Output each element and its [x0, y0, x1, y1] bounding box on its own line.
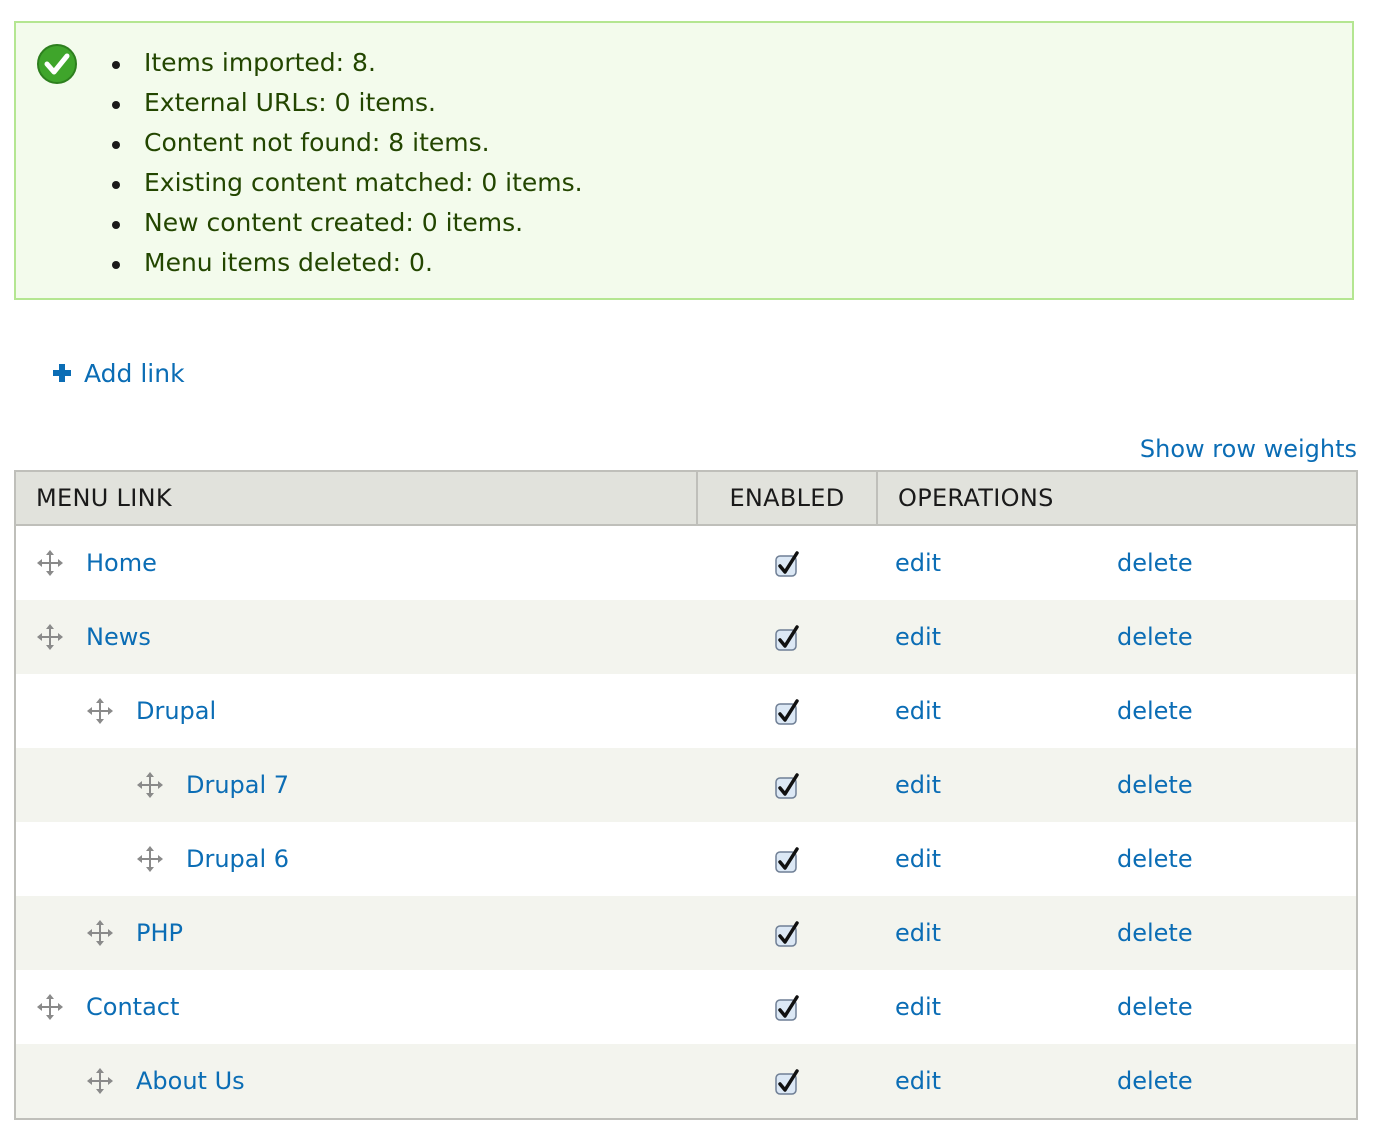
menu-link-cell: PHP [15, 896, 697, 970]
table-row: Drupal edit delete [15, 674, 1357, 748]
menu-link-title[interactable]: About Us [136, 1067, 245, 1095]
delete-link[interactable]: delete [1117, 697, 1193, 725]
status-message-list: Items imported: 8. External URLs: 0 item… [110, 43, 583, 283]
status-message-item: New content created: 0 items. [110, 203, 583, 243]
status-message-item: Content not found: 8 items. [110, 123, 583, 163]
header-operations: OPERATIONS [877, 471, 1357, 526]
drag-handle-icon[interactable] [86, 919, 114, 947]
status-message-item: Items imported: 8. [110, 43, 583, 83]
edit-link[interactable]: edit [895, 919, 941, 947]
enabled-cell [697, 674, 877, 748]
enabled-checkbox[interactable] [774, 994, 800, 1022]
enabled-checkbox[interactable] [774, 550, 800, 578]
check-circle-icon [37, 44, 77, 84]
enabled-checkbox[interactable] [774, 846, 800, 874]
edit-link[interactable]: edit [895, 993, 941, 1021]
add-link-button[interactable]: Add link [52, 354, 185, 392]
header-enabled: ENABLED [697, 471, 878, 526]
enabled-checkbox[interactable] [774, 698, 800, 726]
table-row: News edit delete [15, 600, 1357, 674]
menu-link-cell: Drupal 7 [15, 748, 697, 822]
menu-link-cell: News [15, 600, 697, 674]
table-row: PHP edit delete [15, 896, 1357, 970]
enabled-checkbox[interactable] [774, 624, 800, 652]
drag-handle-icon[interactable] [86, 697, 114, 725]
delete-link[interactable]: delete [1117, 919, 1193, 947]
enabled-cell [697, 822, 877, 896]
table-row: Drupal 7 edit delete [15, 748, 1357, 822]
enabled-checkbox[interactable] [774, 1068, 800, 1096]
enabled-cell [697, 1044, 877, 1119]
menu-link-cell: Home [15, 525, 697, 600]
menu-links-table: MENU LINK ENABLED OPERATIONS Home edit del… [14, 470, 1358, 1120]
enabled-cell [697, 896, 877, 970]
enabled-cell [697, 525, 877, 600]
menu-link-title[interactable]: Home [86, 549, 157, 577]
operations-cell: edit delete [877, 1044, 1357, 1119]
table-row: About Us edit delete [15, 1044, 1357, 1119]
enabled-cell [697, 970, 877, 1044]
menu-link-cell: Drupal [15, 674, 697, 748]
menu-links-body: Home edit delete News edit delete Drupal edit de… [15, 525, 1357, 1119]
enabled-checkbox[interactable] [774, 772, 800, 800]
menu-link-cell: About Us [15, 1044, 697, 1119]
table-row: Home edit delete [15, 525, 1357, 600]
operations-cell: edit delete [877, 970, 1357, 1044]
operations-cell: edit delete [877, 896, 1357, 970]
operations-cell: edit delete [877, 525, 1357, 600]
drag-handle-icon[interactable] [36, 549, 64, 577]
menu-link-title[interactable]: Drupal [136, 697, 216, 725]
menu-link-title[interactable]: News [86, 623, 151, 651]
table-row: Contact edit delete [15, 970, 1357, 1044]
edit-link[interactable]: edit [895, 845, 941, 873]
table-header-row: MENU LINK ENABLED OPERATIONS [15, 471, 1357, 526]
delete-link[interactable]: delete [1117, 623, 1193, 651]
drag-handle-icon[interactable] [36, 993, 64, 1021]
drag-handle-icon[interactable] [36, 623, 64, 651]
delete-link[interactable]: delete [1117, 993, 1193, 1021]
edit-link[interactable]: edit [895, 697, 941, 725]
menu-link-title[interactable]: Contact [86, 993, 179, 1021]
enabled-cell [697, 748, 877, 822]
delete-link[interactable]: delete [1117, 845, 1193, 873]
drag-handle-icon[interactable] [136, 771, 164, 799]
enabled-cell [697, 600, 877, 674]
status-message-item: Existing content matched: 0 items. [110, 163, 583, 203]
plus-icon [53, 364, 71, 382]
delete-link[interactable]: delete [1117, 1067, 1193, 1095]
menu-link-title[interactable]: Drupal 7 [186, 771, 289, 799]
drag-handle-icon[interactable] [136, 845, 164, 873]
operations-cell: edit delete [877, 600, 1357, 674]
status-message: Items imported: 8. External URLs: 0 item… [14, 21, 1354, 300]
operations-cell: edit delete [877, 748, 1357, 822]
edit-link[interactable]: edit [895, 549, 941, 577]
drag-handle-icon[interactable] [86, 1067, 114, 1095]
edit-link[interactable]: edit [895, 1067, 941, 1095]
menu-link-title[interactable]: Drupal 6 [186, 845, 289, 873]
header-menu-link: MENU LINK [15, 471, 698, 526]
delete-link[interactable]: delete [1117, 771, 1193, 799]
delete-link[interactable]: delete [1117, 549, 1193, 577]
add-link-label: Add link [84, 358, 185, 388]
enabled-checkbox[interactable] [774, 920, 800, 948]
menu-link-cell: Drupal 6 [15, 822, 697, 896]
menu-link-cell: Contact [15, 970, 697, 1044]
table-row: Drupal 6 edit delete [15, 822, 1357, 896]
edit-link[interactable]: edit [895, 771, 941, 799]
status-message-item: External URLs: 0 items. [110, 83, 583, 123]
menu-link-title[interactable]: PHP [136, 919, 183, 947]
operations-cell: edit delete [877, 674, 1357, 748]
operations-cell: edit delete [877, 822, 1357, 896]
edit-link[interactable]: edit [895, 623, 941, 651]
show-row-weights-link[interactable]: Show row weights [1140, 432, 1357, 466]
status-message-item: Menu items deleted: 0. [110, 243, 583, 283]
